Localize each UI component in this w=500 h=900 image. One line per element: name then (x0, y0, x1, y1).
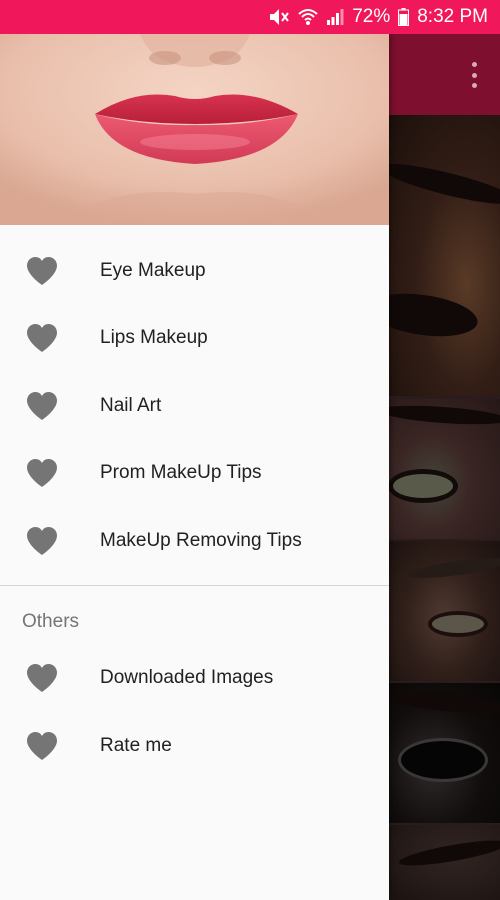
makeup-image-tile[interactable] (388, 683, 500, 823)
menu-item-label: Nail Art (100, 394, 162, 416)
lips-photo (0, 34, 389, 225)
menu-item-makeup-removing-tips[interactable]: MakeUp Removing Tips (0, 507, 389, 575)
makeup-image-tile[interactable] (388, 115, 500, 396)
mute-icon (268, 7, 290, 27)
section-title-others: Others (22, 610, 80, 632)
heart-icon (22, 526, 62, 556)
menu-item-nail-art[interactable]: Nail Art (0, 372, 389, 440)
menu-item-downloaded-images[interactable]: Downloaded Images (0, 645, 389, 713)
heart-icon (22, 731, 62, 761)
menu-item-label: Rate me (100, 734, 172, 756)
heart-icon (22, 391, 62, 421)
clock: 8:32 PM (417, 6, 488, 27)
main-menu: Eye Makeup Lips Makeup Nail Art Prom MakeUp… (0, 225, 389, 575)
others-menu: Downloaded Images Rate me (0, 645, 389, 780)
makeup-image-tile[interactable] (388, 541, 500, 681)
makeup-image-tile[interactable] (388, 825, 500, 900)
menu-item-label: Eye Makeup (100, 259, 206, 281)
battery-level: 72% (352, 6, 391, 27)
signal-icon (326, 8, 344, 26)
menu-divider (0, 584, 389, 586)
makeup-image-tile[interactable] (388, 399, 500, 539)
heart-icon (22, 323, 62, 353)
heart-icon (22, 663, 62, 693)
status-bar: 72% 8:32 PM (0, 0, 500, 34)
menu-item-label: MakeUp Removing Tips (100, 529, 302, 551)
wifi-icon (298, 8, 318, 26)
menu-item-lips-makeup[interactable]: Lips Makeup (0, 305, 389, 373)
navigation-drawer: Eye Makeup Lips Makeup Nail Art Prom MakeUp… (0, 34, 389, 900)
menu-item-prom-makeup-tips[interactable]: Prom MakeUp Tips (0, 440, 389, 508)
menu-item-label: Lips Makeup (100, 327, 208, 349)
menu-item-label: Prom MakeUp Tips (100, 462, 262, 484)
menu-item-eye-makeup[interactable]: Eye Makeup (0, 237, 389, 305)
heart-icon (22, 256, 62, 286)
menu-item-label: Downloaded Images (100, 667, 274, 689)
more-vert-icon[interactable] (470, 62, 478, 88)
heart-icon (22, 458, 62, 488)
drawer-header-image (0, 34, 389, 225)
menu-item-rate-me[interactable]: Rate me (0, 712, 389, 780)
battery-icon (398, 8, 410, 26)
